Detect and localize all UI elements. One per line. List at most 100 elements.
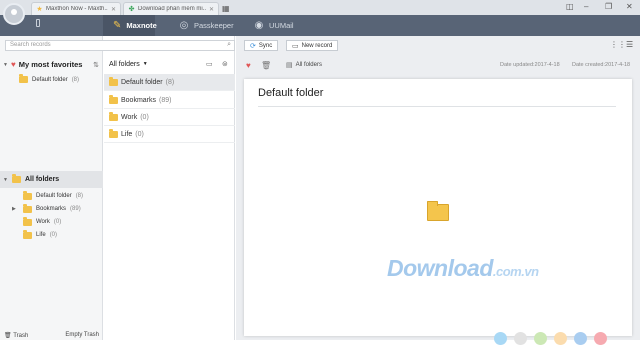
list-item-label: Bookmarks bbox=[121, 96, 157, 104]
expand-arrow-icon[interactable]: ▶ bbox=[12, 206, 16, 212]
chevron-down-icon[interactable]: ▼ bbox=[143, 61, 148, 67]
trash-button[interactable]: 🗑 Trash bbox=[4, 332, 28, 339]
shield-icon[interactable]: ◫ bbox=[566, 2, 574, 11]
list-item[interactable]: Work (0) bbox=[104, 109, 235, 126]
new-record-button[interactable]: ▭ New record bbox=[286, 40, 339, 51]
sidebar-item-life[interactable]: Life (0) bbox=[0, 229, 103, 241]
heart-icon: ♥ bbox=[10, 60, 16, 69]
breadcrumb[interactable]: ▤ All folders bbox=[286, 61, 322, 69]
favorites-heading[interactable]: ▼ ♥ My most favorites ⇅ bbox=[0, 58, 103, 71]
tab-uumail[interactable]: ◉ UUMail bbox=[254, 15, 304, 36]
grid-view-icon[interactable]: ⋮⋮ bbox=[610, 40, 626, 49]
color-dot bbox=[514, 332, 527, 345]
folder-filter-dropdown[interactable]: All folders bbox=[109, 61, 140, 68]
folder-icon bbox=[109, 111, 118, 121]
folder-count: (8) bbox=[75, 193, 84, 199]
new-folder-icon[interactable]: ▭ bbox=[206, 60, 213, 68]
avatar[interactable] bbox=[3, 3, 25, 25]
star-icon: ★ bbox=[36, 5, 43, 13]
browser-tab-maxthon[interactable]: ★ Maxthon Now - Maxth... ✕ bbox=[31, 2, 121, 15]
color-dot bbox=[534, 332, 547, 345]
all-folders-heading[interactable]: ▼ All folders bbox=[0, 171, 103, 188]
list-item-label: Work bbox=[121, 113, 138, 121]
sort-icon[interactable]: ⇅ bbox=[93, 61, 99, 69]
trash-icon: 🗑 bbox=[4, 332, 12, 339]
folder-filter-header: All folders ▼ ▭ ⊜ bbox=[104, 56, 235, 72]
phone-icon[interactable] bbox=[36, 19, 40, 27]
color-dots bbox=[494, 332, 607, 345]
folder-count: (0) bbox=[53, 219, 62, 225]
list-item-count: (8) bbox=[165, 78, 175, 86]
browser-tab-title: Download phần mềm mi... bbox=[138, 6, 206, 12]
breadcrumb-label: All folders bbox=[295, 62, 322, 68]
collapse-arrow-icon[interactable]: ▼ bbox=[3, 177, 8, 183]
maxnote-icon: ✎ bbox=[113, 19, 122, 31]
minimize-icon[interactable]: – bbox=[584, 2, 588, 11]
list-item-count: (0) bbox=[140, 113, 149, 121]
close-icon[interactable]: ✕ bbox=[111, 6, 116, 13]
date-created: Date created:2017-4-18 bbox=[572, 62, 631, 68]
search-input[interactable]: Search records ⌕ bbox=[5, 40, 235, 51]
list-item[interactable]: Life (0) bbox=[104, 126, 235, 143]
folder-label: Default folder bbox=[36, 193, 72, 199]
left-sidebar: Search records ⌕ ▼ ♥ My most favorites ⇅… bbox=[0, 36, 235, 340]
favorite-item[interactable]: Default folder (8) bbox=[0, 74, 103, 85]
folder-icon bbox=[109, 128, 118, 138]
list-item[interactable]: Default folder (8) bbox=[104, 74, 235, 91]
tab-passkeeper[interactable]: ◎ Passkeeper bbox=[179, 15, 239, 36]
trash-icon[interactable]: 🗑 bbox=[261, 61, 271, 70]
list-item-count: (0) bbox=[135, 130, 144, 138]
heart-icon[interactable]: ♥ bbox=[246, 61, 251, 70]
mail-icon: ◉ bbox=[254, 19, 264, 31]
folder-icon bbox=[11, 174, 21, 183]
search-icon[interactable]: ⌕ bbox=[227, 41, 231, 49]
favorite-item-label: Default folder bbox=[32, 76, 68, 83]
favorites-title: My most favorites bbox=[18, 60, 83, 69]
note-detail-pane: ⟳ Sync ▭ New record ⋮⋮ ☰ ♥ 🗑 ▤ All folde… bbox=[236, 36, 640, 345]
all-folders-title: All folders bbox=[24, 176, 60, 183]
restore-icon[interactable]: ❐ bbox=[605, 2, 612, 11]
folder-icon bbox=[19, 74, 28, 83]
collapse-arrow-icon[interactable]: ▼ bbox=[3, 62, 8, 68]
folder-icon bbox=[23, 229, 32, 239]
new-record-label: New record bbox=[301, 42, 333, 49]
browser-tab-download[interactable]: ✤ Download phần mềm mi... ✕ bbox=[123, 2, 219, 15]
sync-button[interactable]: ⟳ Sync bbox=[244, 40, 279, 51]
favorite-item-count: (8) bbox=[71, 76, 80, 83]
color-dot bbox=[574, 332, 587, 345]
tab-label: Maxnote bbox=[126, 21, 157, 30]
sidebar-footer: 🗑 Trash Empty Trash bbox=[0, 330, 103, 340]
note-card: Default folder Download.com.vn bbox=[244, 79, 632, 345]
browser-tab-title: Maxthon Now - Maxth... bbox=[46, 6, 108, 12]
sidebar-item-bookmarks[interactable]: ▶ Bookmarks (89) bbox=[0, 203, 103, 215]
fingerprint-icon: ◎ bbox=[179, 19, 189, 31]
list-item[interactable]: Bookmarks (89) bbox=[104, 92, 235, 109]
list-item-label: Life bbox=[121, 130, 133, 138]
folder-label: Work bbox=[36, 219, 50, 225]
close-icon[interactable]: ✕ bbox=[209, 6, 214, 13]
color-dot bbox=[594, 332, 607, 345]
color-dot bbox=[554, 332, 567, 345]
sidebar-item-default-folder[interactable]: Default folder (8) bbox=[0, 190, 103, 202]
folder-icon bbox=[427, 201, 449, 221]
tab-grid-icon[interactable]: ▦ bbox=[222, 4, 230, 13]
folder-count: (89) bbox=[70, 206, 81, 212]
date-updated: Date updated:2017-4-18 bbox=[500, 62, 560, 68]
empty-trash-button[interactable]: Empty Trash bbox=[65, 332, 99, 338]
sync-icon: ⟳ bbox=[250, 42, 256, 50]
storage-icon[interactable]: ⊜ bbox=[222, 60, 228, 68]
sidebar-item-work[interactable]: Work (0) bbox=[0, 216, 103, 228]
watermark-logo: Download.com.vn bbox=[387, 255, 539, 282]
folder-icon bbox=[23, 203, 32, 213]
tab-maxnote[interactable]: ✎ Maxnote bbox=[103, 15, 157, 36]
trash-label: Trash bbox=[13, 332, 29, 339]
leaf-icon: ✤ bbox=[128, 5, 135, 13]
sync-label: Sync bbox=[258, 42, 273, 49]
list-item-label: Default folder bbox=[121, 78, 163, 86]
folder-label: Bookmarks bbox=[36, 206, 67, 212]
page-title: Default folder bbox=[258, 87, 324, 99]
folder-count: (0) bbox=[49, 232, 58, 238]
folder-icon bbox=[23, 216, 32, 226]
close-window-icon[interactable]: ✕ bbox=[626, 2, 633, 11]
list-view-icon[interactable]: ☰ bbox=[626, 40, 633, 49]
